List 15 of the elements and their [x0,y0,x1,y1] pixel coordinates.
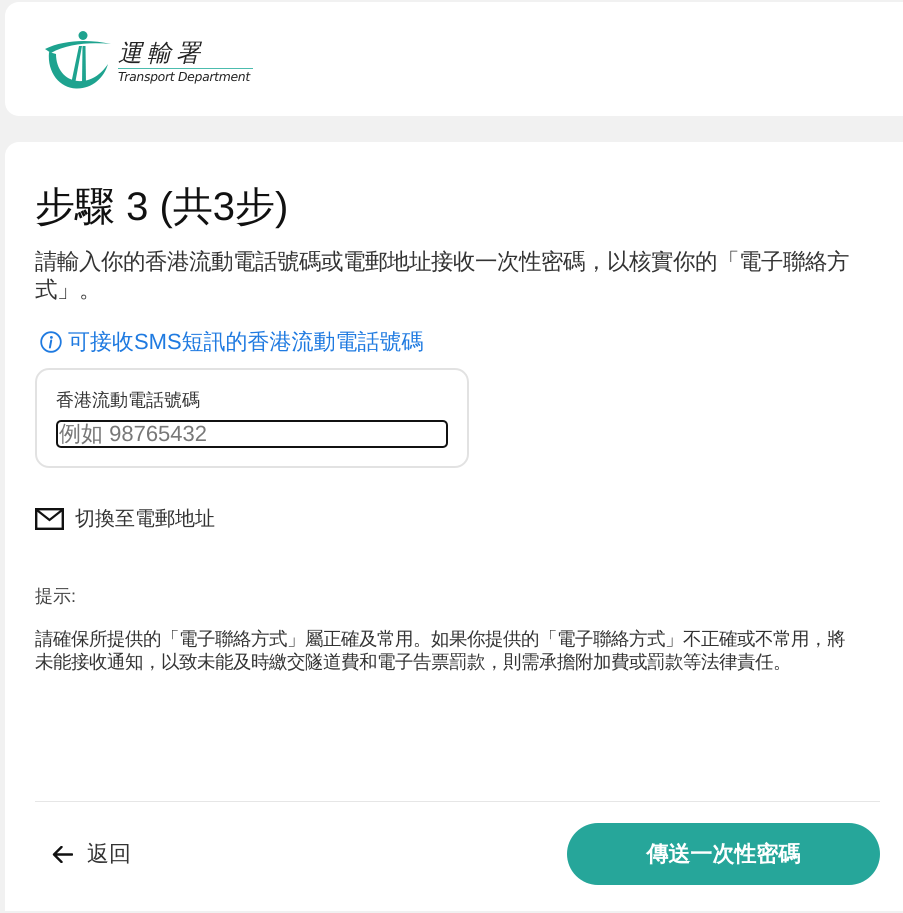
logo-icon [45,31,111,89]
field-label: 香港流動電話號碼 [56,389,200,412]
arrow-left-icon [52,846,73,862]
back-button[interactable]: 返回 [52,839,131,869]
logo-subtitle: Transport Department [118,69,250,86]
phone-input[interactable]: 例如 98765432 [56,420,448,448]
info-icon [40,331,62,353]
notice-heading: 提示: [35,585,76,608]
switch-to-email-link[interactable]: 切換至電郵地址 [35,504,215,534]
step-title: 步驟 3 (共3步) [35,184,288,231]
notice-text: 請確保所提供的「電子聯絡方式」屬正確及常用。如果你提供的「電子聯絡方式」不正確或不常用，將未能接收通知，以致未能及時繳交隧道費和電子告票罰款，則需承擔附加費或罰款等法律責任。 [35,627,846,673]
envelope-icon [35,508,64,530]
logo-title: 運輸署 [118,38,205,67]
step-description: 請輸入你的香港流動電話號碼或電郵地址接收一次性密碼，以核實你的「電子聯絡方式」。 [35,248,850,304]
sms-info-link[interactable]: 可接收SMS短訊的香港流動電話號碼 [40,327,424,357]
